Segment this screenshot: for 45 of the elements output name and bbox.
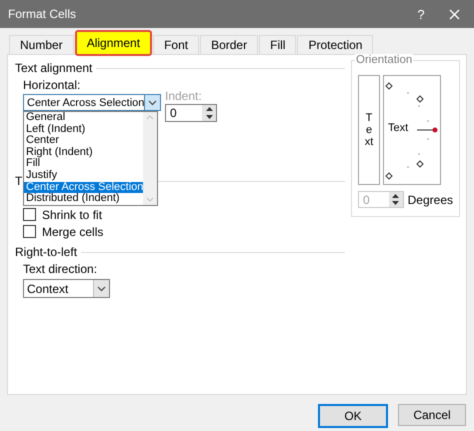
group-label: Orientation <box>355 54 414 66</box>
up-arrow-icon <box>392 194 400 198</box>
tab[interactable]: Font <box>153 35 200 54</box>
dropdown-option[interactable]: Fill <box>24 158 144 170</box>
checkbox[interactable] <box>23 208 36 221</box>
checkbox[interactable] <box>23 225 36 238</box>
dropdown-option[interactable]: Distributed (Indent) <box>24 193 144 205</box>
field-label: Text direction: <box>23 262 98 276</box>
field-label: Horizontal: <box>23 78 82 92</box>
chevron-down-icon <box>97 286 106 292</box>
dropdown-option[interactable]: Center <box>24 135 144 147</box>
checkbox-label: Shrink to fit <box>42 208 102 222</box>
orientation-dial-drawing[interactable] <box>385 82 438 180</box>
scroll-down-icon <box>146 196 154 202</box>
dropdown-option[interactable]: Justify <box>24 170 144 182</box>
tab[interactable]: Protection <box>297 35 374 54</box>
vertical-text-button[interactable]: Text <box>358 75 380 185</box>
help-button[interactable]: ? <box>401 6 441 22</box>
indent-spinner[interactable]: 0 <box>165 104 217 122</box>
chevron-down-icon <box>148 100 158 106</box>
group-label: Text alignment <box>15 61 92 75</box>
down-arrow-icon <box>392 201 400 206</box>
tab[interactable]: Border <box>200 35 258 54</box>
dropdown-option[interactable]: General <box>24 112 144 124</box>
dialog-button[interactable]: OK <box>318 404 388 428</box>
group-label: T <box>15 174 22 188</box>
field-label: Indent: <box>165 89 203 103</box>
window-title: Format Cells <box>8 7 78 21</box>
scroll-up-icon <box>146 115 154 120</box>
checkbox-label: Merge cells <box>42 224 104 238</box>
group-label: Right-to-left <box>15 245 78 259</box>
dropdown-option[interactable]: Center Across Selection <box>24 182 144 194</box>
dropdown[interactable]: Context <box>23 279 110 298</box>
field-label: Degrees <box>408 192 453 206</box>
dropdown-option[interactable]: Right (Indent) <box>24 146 144 158</box>
tab[interactable]: Alignment <box>74 30 152 56</box>
tab[interactable]: Fill <box>259 35 296 54</box>
orientation-text: Text <box>388 122 408 134</box>
close-icon[interactable] <box>449 8 460 20</box>
dropdown-option[interactable]: Left (Indent) <box>24 124 144 136</box>
dropdown[interactable]: Center Across Selection <box>23 94 158 111</box>
tab[interactable]: Number <box>9 35 74 54</box>
down-arrow-icon <box>206 115 212 119</box>
dialog-button[interactable]: Cancel <box>398 404 466 426</box>
up-arrow-icon <box>206 107 212 111</box>
